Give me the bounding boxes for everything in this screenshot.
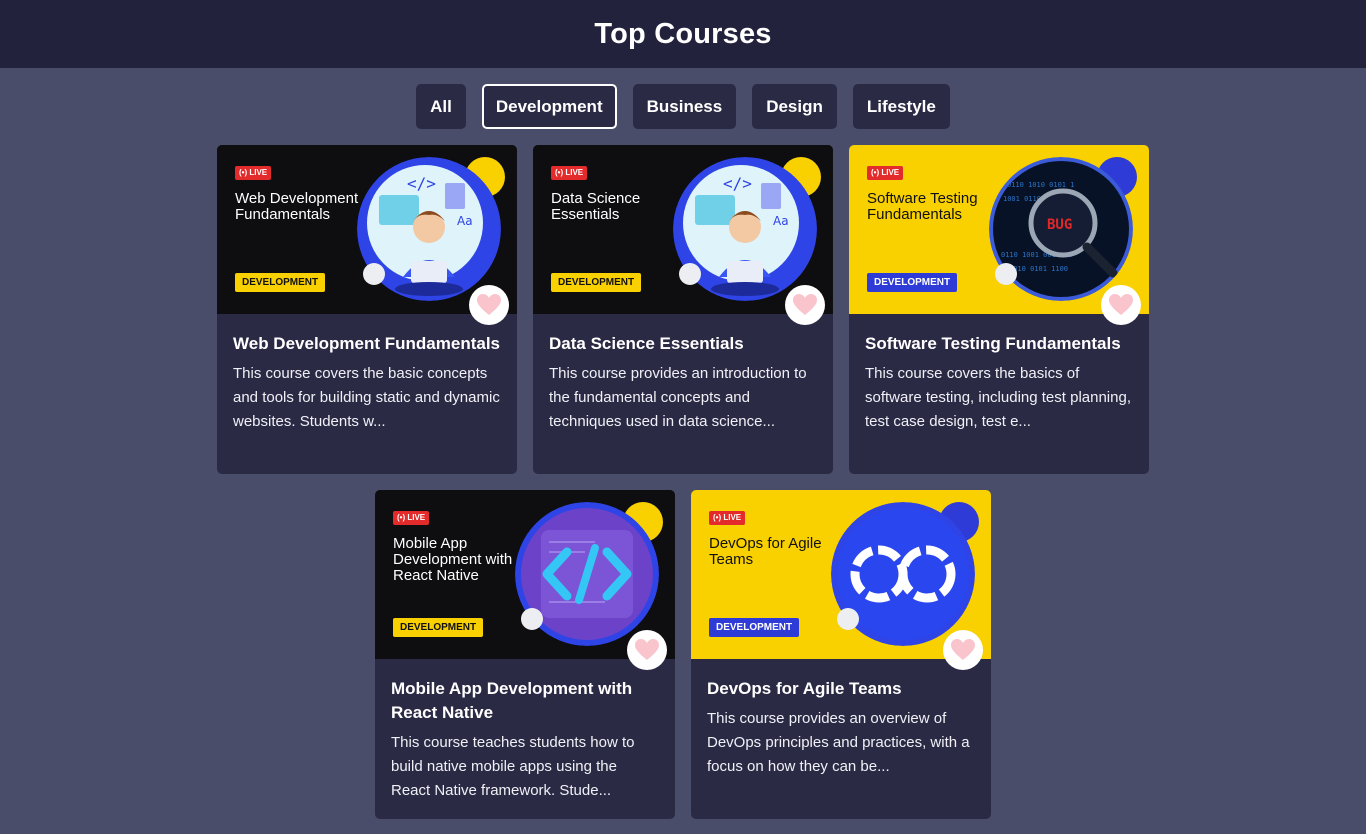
heart-icon — [635, 639, 659, 660]
thumbnail-title: Software Testing Fundamentals — [867, 190, 978, 223]
course-card-data-science[interactable]: (•) LIVE Data Science Essentials DEVELOP… — [533, 145, 833, 474]
decor-circle — [363, 263, 385, 285]
category-tag: DEVELOPMENT — [709, 618, 800, 637]
decor-circle — [995, 263, 1017, 285]
thumbnail-title: Data Science Essentials — [551, 190, 641, 223]
course-thumbnail: (•) LIVE Mobile App Development with Rea… — [375, 490, 675, 659]
svg-text:</>: </> — [407, 174, 436, 193]
svg-text:</>: </> — [723, 174, 752, 193]
course-thumbnail: (•) LIVE Software Testing Fundamentals D… — [849, 145, 1149, 314]
favorite-button[interactable] — [785, 285, 825, 325]
thumbnail-title: Mobile App Development with React Native — [393, 535, 513, 584]
svg-text:BUG: BUG — [1047, 217, 1072, 233]
course-thumbnail: (•) LIVE Data Science Essentials DEVELOP… — [533, 145, 833, 314]
course-card-mobile-app[interactable]: (•) LIVE Mobile App Development with Rea… — [375, 490, 675, 819]
svg-text:Aa: Aa — [457, 214, 473, 228]
header-bar: Top Courses — [0, 0, 1366, 68]
course-description: This course teaches students how to buil… — [391, 734, 635, 799]
thumbnail-title: Web Development Fundamentals — [235, 190, 359, 223]
decor-circle — [837, 608, 859, 630]
course-description: This course covers the basics of softwar… — [865, 365, 1131, 430]
svg-text:1010 0101 1100: 1010 0101 1100 — [1009, 265, 1068, 273]
category-tag: DEVELOPMENT — [551, 273, 642, 292]
filter-design-button[interactable]: Design — [752, 84, 837, 129]
course-title[interactable]: Data Science Essentials — [549, 332, 817, 356]
heart-icon — [793, 294, 817, 315]
page-title: Top Courses — [594, 17, 772, 50]
course-description: This course covers the basic concepts an… — [233, 365, 500, 430]
live-badge: (•) LIVE — [867, 166, 904, 180]
course-title[interactable]: Web Development Fundamentals — [233, 332, 501, 356]
heart-icon — [1109, 294, 1133, 315]
course-title[interactable]: DevOps for Agile Teams — [707, 677, 975, 701]
decor-circle — [679, 263, 701, 285]
category-tag: DEVELOPMENT — [393, 618, 484, 637]
live-badge: (•) LIVE — [551, 166, 588, 180]
live-badge: (•) LIVE — [235, 166, 272, 180]
live-badge: (•) LIVE — [393, 511, 430, 525]
category-filter-bar: All Development Business Design Lifestyl… — [0, 84, 1366, 129]
heart-icon — [477, 294, 501, 315]
course-thumbnail: (•) LIVE Web Development Fundamentals DE… — [217, 145, 517, 314]
course-title[interactable]: Mobile App Development with React Native — [391, 677, 659, 725]
course-card-web-development[interactable]: (•) LIVE Web Development Fundamentals DE… — [217, 145, 517, 474]
filter-all-button[interactable]: All — [416, 84, 466, 129]
course-card-software-testing[interactable]: (•) LIVE Software Testing Fundamentals D… — [849, 145, 1149, 474]
course-description: This course provides an introduction to … — [549, 365, 807, 430]
filter-lifestyle-button[interactable]: Lifestyle — [852, 84, 950, 129]
filter-development-button[interactable]: Development — [481, 84, 617, 129]
live-badge: (•) LIVE — [709, 511, 746, 525]
course-card-devops[interactable]: (•) LIVE DevOps for Agile Teams DEVELOPM… — [691, 490, 991, 819]
favorite-button[interactable] — [469, 285, 509, 325]
decor-circle — [521, 608, 543, 630]
favorite-button[interactable] — [943, 630, 983, 670]
category-tag: DEVELOPMENT — [235, 273, 326, 292]
thumbnail-title: DevOps for Agile Teams — [709, 535, 822, 568]
svg-text:0110 1010 0101 1: 0110 1010 0101 1 — [1007, 181, 1074, 189]
heart-icon — [951, 639, 975, 660]
favorite-button[interactable] — [1101, 285, 1141, 325]
course-title[interactable]: Software Testing Fundamentals — [865, 332, 1133, 356]
filter-business-button[interactable]: Business — [632, 84, 737, 129]
course-thumbnail: (•) LIVE DevOps for Agile Teams DEVELOPM… — [691, 490, 991, 659]
course-description: This course provides an overview of DevO… — [707, 710, 970, 775]
favorite-button[interactable] — [627, 630, 667, 670]
category-tag: DEVELOPMENT — [867, 273, 958, 292]
svg-text:Aa: Aa — [773, 214, 789, 228]
